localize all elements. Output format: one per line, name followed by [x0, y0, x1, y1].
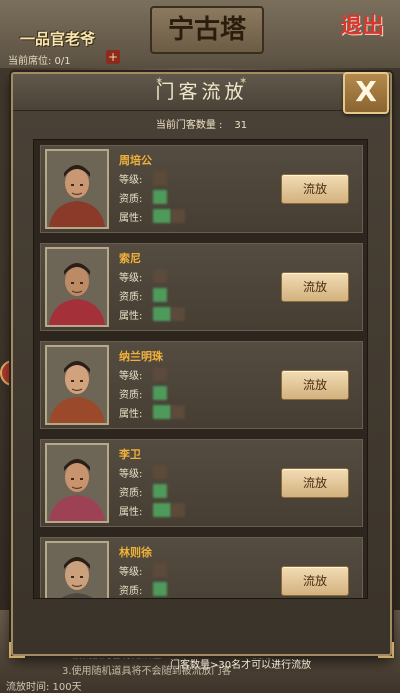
redacted-value [153, 405, 171, 419]
retainer-level-label: 等级: [119, 273, 143, 284]
retainer-portrait [45, 541, 109, 598]
retainer-name: 李卫 [119, 448, 141, 461]
exile-button[interactable]: 流放 [281, 566, 349, 596]
exile-button[interactable]: 流放 [281, 370, 349, 400]
game-screen: 一品官老爷 宁古塔 退出 当前席位: 0/1 + ↺ 2.被流放门客将无法在副本… [0, 0, 400, 693]
retainer-level-label: 等级: [119, 371, 143, 382]
retainer-name: 纳兰明珠 [119, 350, 163, 363]
redacted-value [153, 465, 167, 479]
close-button[interactable]: X [343, 72, 389, 114]
redacted-value [153, 484, 167, 498]
exile-button[interactable]: 流放 [281, 272, 349, 302]
retainer-portrait [45, 345, 109, 425]
redacted-value [153, 190, 167, 204]
retainer-level-label: 等级: [119, 175, 143, 186]
retainer-quality-label: 资质: [119, 586, 143, 597]
exile-button[interactable]: 流放 [281, 468, 349, 498]
retainer-quality-label: 资质: [119, 194, 143, 205]
retainer-card: 林则徐等级:资质:属性:流放 [40, 537, 363, 598]
redacted-value [153, 269, 167, 283]
redacted-value [153, 386, 167, 400]
retainer-portrait [45, 149, 109, 229]
retainer-card: 周培公等级: 资质: 属性: 流放 [40, 145, 363, 233]
seat-counter: 当前席位: 0/1 [8, 56, 71, 67]
retainer-name: 林则徐 [119, 546, 152, 559]
redacted-value [153, 171, 167, 185]
retainer-name: 索尼 [119, 252, 141, 265]
retainer-name: 周培公 [119, 154, 152, 167]
retainer-traits-label: 属性: [119, 507, 143, 518]
retainer-quality-label: 资质: [119, 390, 143, 401]
corner-ornament [378, 642, 394, 658]
exile-time-label: 流放时间: 100天 [6, 682, 82, 693]
exit-button[interactable]: 退出 [340, 8, 384, 40]
redacted-value [153, 288, 167, 302]
add-seat-button[interactable]: + [106, 50, 120, 64]
redacted-value [153, 582, 167, 596]
redacted-value [153, 307, 171, 321]
retainer-card: 索尼等级: 资质: 属性: 流放 [40, 243, 363, 331]
retainer-level-label: 等级: [119, 567, 143, 578]
retainer-traits-label: 属性: [119, 409, 143, 420]
game-logo: 一品官老爷 [20, 30, 96, 48]
retainer-card: 李卫等级: 资质: 属性: 流放 [40, 439, 363, 527]
retainer-traits-label: 属性: [119, 311, 143, 322]
retainer-count-value: 31 [234, 120, 248, 131]
retainer-quality-label: 资质: [119, 292, 143, 303]
redacted-value [171, 209, 185, 223]
modal-header: ✶ 门客流放 ✶ [13, 74, 390, 111]
exile-modal: ✶ 门客流放 ✶ X 当前门客数量 :31 周培公 等级: 资质: 属性: 流放 索尼 等级… [9, 72, 394, 658]
modal-title: 门客流放 [155, 81, 248, 103]
retainer-portrait [45, 247, 109, 327]
title-ornament-right-icon: ✶ [239, 76, 248, 87]
exile-button[interactable]: 流放 [281, 174, 349, 204]
retainer-list[interactable]: 周培公 等级: 资质: 属性: 流放 索尼 等级: 资质: 属性: 流放 纳兰明珠 等级: 资质: 属性:… [33, 139, 368, 599]
redacted-value [153, 503, 171, 517]
redacted-value [171, 405, 185, 419]
retainer-traits-label: 属性: [119, 213, 143, 224]
corner-ornament [9, 642, 25, 658]
retainer-count-label: 当前门客数量 : [155, 120, 223, 131]
retainer-level-label: 等级: [119, 469, 143, 480]
retainer-quality-label: 资质: [119, 488, 143, 499]
redacted-value [171, 307, 185, 321]
screen-title: 宁古塔 [150, 6, 264, 54]
retainer-count: 当前门客数量 : 31 [13, 116, 390, 131]
redacted-value [153, 209, 171, 223]
retainer-card: 纳兰明珠等级: 资质: 属性: 流放 [40, 341, 363, 429]
retainer-portrait [45, 443, 109, 523]
redacted-value [171, 503, 185, 517]
redacted-value [153, 367, 167, 381]
exile-condition-note: 门客数量>30名才可以进行流放 [170, 660, 312, 671]
redacted-value [153, 563, 167, 577]
